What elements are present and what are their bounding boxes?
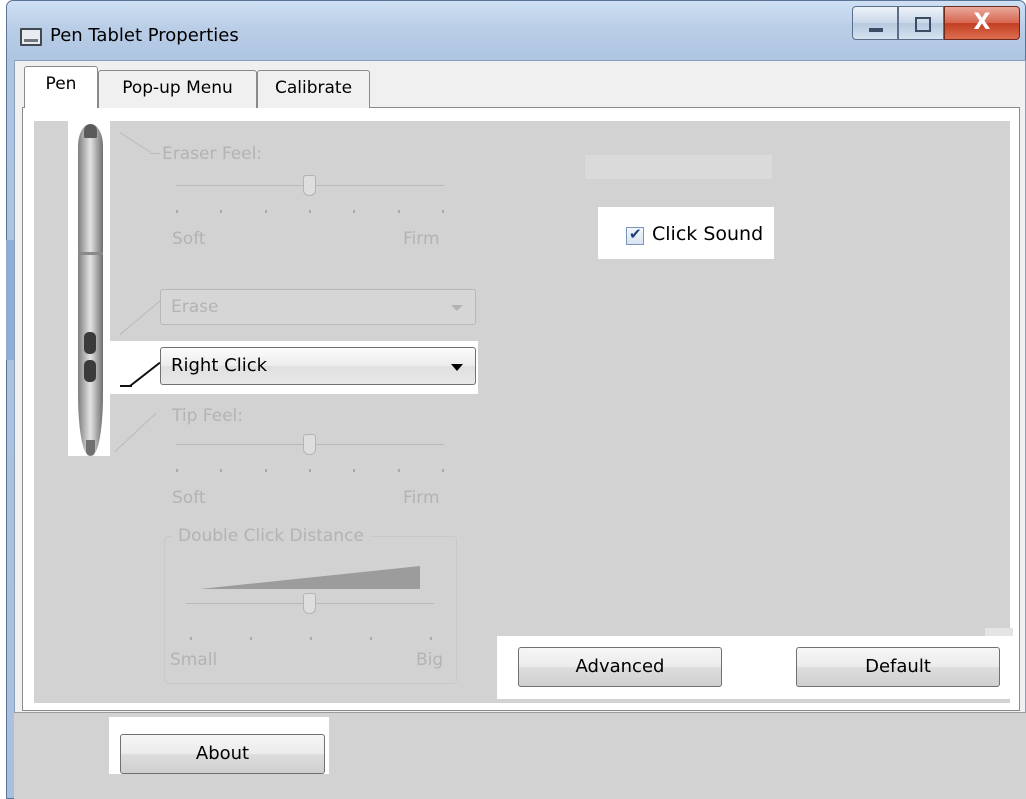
tip-feel-label: Tip Feel: <box>172 406 243 426</box>
double-click-distance-slider[interactable] <box>303 593 316 614</box>
click-sound-label[interactable]: Click Sound <box>652 223 763 245</box>
tab-pop-up-menu[interactable]: Pop-up Menu <box>98 70 257 108</box>
click-sound-checkbox[interactable] <box>626 225 644 245</box>
slider-tick <box>353 210 356 213</box>
lower-switch-dropdown[interactable]: Right Click <box>160 347 476 385</box>
pen-illustration <box>78 124 103 454</box>
close-button[interactable]: X <box>944 6 1020 40</box>
tablet-window-icon <box>20 28 42 46</box>
tab-pen[interactable]: Pen <box>24 66 98 108</box>
eraser-feel-max-label: Firm <box>403 229 440 249</box>
close-icon: X <box>973 10 991 35</box>
slider-tick <box>176 469 178 472</box>
upper-switch-dropdown[interactable]: Erase <box>160 289 476 325</box>
slider-tick <box>309 210 311 213</box>
upper-switch-value: Erase <box>171 297 219 317</box>
slider-tick <box>397 210 400 213</box>
slider-tick <box>264 210 267 213</box>
chevron-down-icon <box>451 305 463 311</box>
pen-tip <box>86 440 95 456</box>
slider-tick <box>220 210 223 213</box>
window-title: Pen Tablet Properties <box>50 25 239 46</box>
about-button[interactable]: About <box>120 734 325 774</box>
slider-tick <box>370 637 372 640</box>
maximize-icon[interactable] <box>898 6 944 40</box>
tip-feel-slider[interactable] <box>303 434 316 455</box>
slider-tick <box>264 469 267 472</box>
eraser-leader-line <box>150 153 160 154</box>
pen-lower-side-switch <box>84 360 96 382</box>
window-edge <box>6 240 14 360</box>
pen-grip-ring <box>78 252 103 255</box>
double-click-distance-max-label: Big <box>416 650 444 670</box>
chevron-down-icon <box>451 364 463 371</box>
tip-feel-min-label: Soft <box>172 488 206 508</box>
default-button[interactable]: Default <box>796 647 1000 687</box>
tip-feel-max-label: Firm <box>403 488 440 508</box>
distance-wedge-graphic <box>200 566 420 589</box>
slider-tick <box>442 469 444 472</box>
slider-tick <box>176 210 178 213</box>
pen-upper-side-switch <box>84 332 96 354</box>
slider-tick <box>442 210 444 213</box>
lower-switch-value: Right Click <box>171 355 268 376</box>
slider-tick <box>397 469 400 472</box>
tab-calibrate[interactable]: Calibrate <box>257 70 370 108</box>
slider-tick <box>430 637 432 640</box>
slider-tick <box>309 469 311 472</box>
slider-tick <box>250 637 252 640</box>
eraser-feel-slider[interactable] <box>303 175 316 196</box>
slider-tick <box>220 469 223 472</box>
button-strip-edge <box>985 628 1013 636</box>
double-click-distance-label: Double Click Distance <box>172 526 370 546</box>
eraser-feel-label: Eraser Feel: <box>162 144 263 164</box>
click-sound-faint-area <box>585 155 772 179</box>
double-click-distance-min-label: Small <box>170 650 218 670</box>
slider-tick <box>310 637 312 640</box>
slider-tick <box>190 637 192 640</box>
pen-eraser-end <box>84 124 97 138</box>
eraser-feel-min-label: Soft <box>172 229 206 249</box>
minimize-icon[interactable] <box>852 6 898 40</box>
slider-tick <box>353 469 356 472</box>
advanced-button[interactable]: Advanced <box>518 647 722 687</box>
